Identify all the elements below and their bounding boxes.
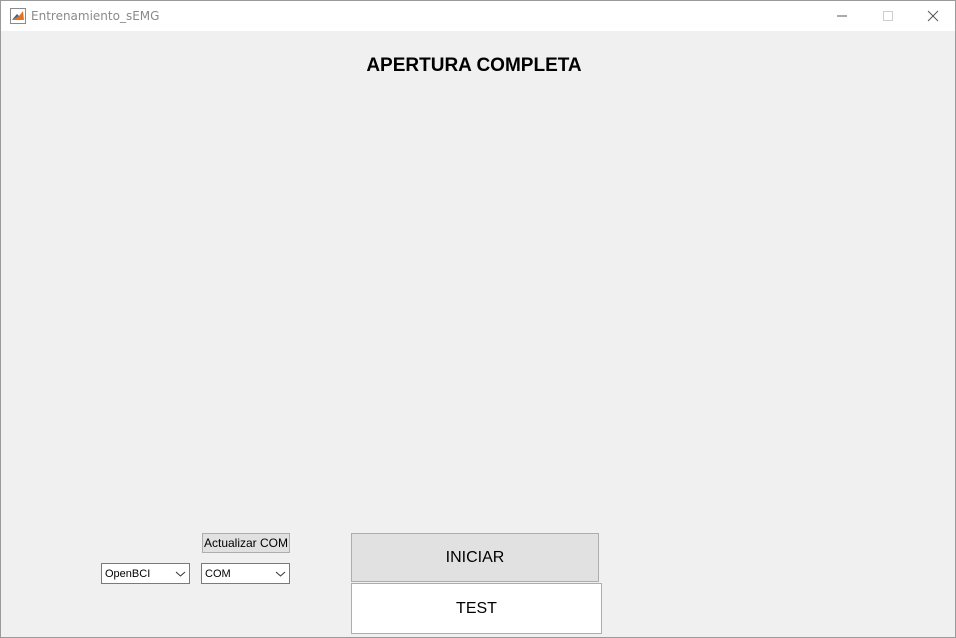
test-button[interactable]: TEST bbox=[351, 583, 602, 634]
app-window: Entrenamiento_sEMG APERTURA COMPLETA Act… bbox=[0, 0, 956, 638]
maximize-icon bbox=[883, 11, 893, 21]
start-button[interactable]: INICIAR bbox=[351, 533, 599, 582]
close-button[interactable] bbox=[910, 1, 956, 31]
com-port-select[interactable]: COM bbox=[201, 563, 290, 584]
maximize-button[interactable] bbox=[865, 1, 911, 31]
chevron-down-icon bbox=[172, 564, 189, 583]
matlab-icon bbox=[10, 8, 26, 24]
title-bar: Entrenamiento_sEMG bbox=[1, 1, 955, 31]
page-title: APERTURA COMPLETA bbox=[366, 55, 582, 76]
close-icon bbox=[927, 10, 939, 22]
board-select[interactable]: OpenBCI bbox=[101, 563, 190, 584]
chevron-down-icon bbox=[272, 564, 289, 583]
com-select-value: COM bbox=[205, 568, 231, 580]
board-select-value: OpenBCI bbox=[105, 568, 151, 580]
minimize-button[interactable] bbox=[819, 1, 865, 31]
refresh-com-button[interactable]: Actualizar COM bbox=[202, 533, 290, 553]
window-title: Entrenamiento_sEMG bbox=[31, 9, 160, 23]
figure-content: APERTURA COMPLETA Actualizar COM OpenBCI… bbox=[1, 31, 955, 637]
minimize-icon bbox=[837, 15, 847, 17]
